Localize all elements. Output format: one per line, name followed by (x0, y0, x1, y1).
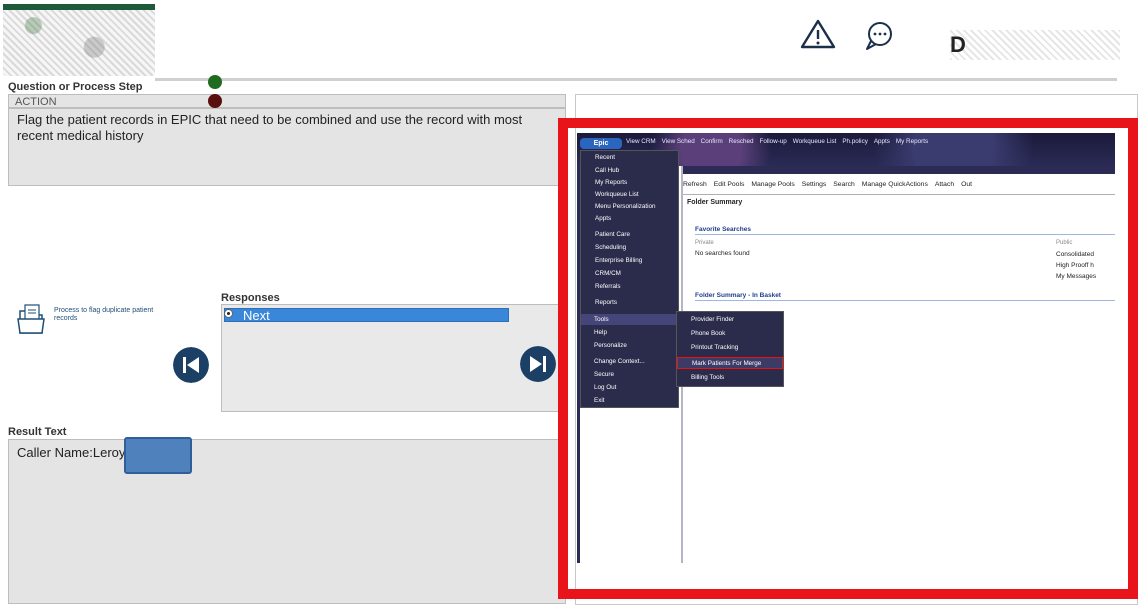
action-label: ACTION (8, 94, 566, 108)
question-label: Question or Process Step (8, 81, 143, 93)
header-divider (155, 78, 1117, 81)
status-indicator-green (208, 75, 222, 89)
warning-icon[interactable] (800, 19, 836, 49)
highlight-frame (558, 118, 1138, 599)
responses-label: Responses (221, 292, 280, 304)
chat-icon[interactable] (862, 20, 896, 52)
logo-accent-bar (3, 4, 155, 10)
user-name[interactable]: D (950, 30, 1120, 60)
question-text: Flag the patient records in EPIC that ne… (8, 108, 566, 186)
result-text-box: Caller Name:Leroy (8, 439, 566, 604)
response-option-next[interactable]: Next (224, 308, 509, 323)
document-icon (17, 304, 45, 334)
organization-logo (3, 4, 155, 76)
process-description: Process to flag duplicate patient record… (54, 307, 154, 322)
result-text-label: Result Text (8, 426, 67, 438)
response-radio[interactable] (224, 309, 233, 318)
next-button[interactable] (520, 346, 556, 382)
previous-button[interactable] (173, 347, 209, 383)
redaction-box (124, 437, 192, 474)
status-indicator-red (208, 94, 222, 108)
